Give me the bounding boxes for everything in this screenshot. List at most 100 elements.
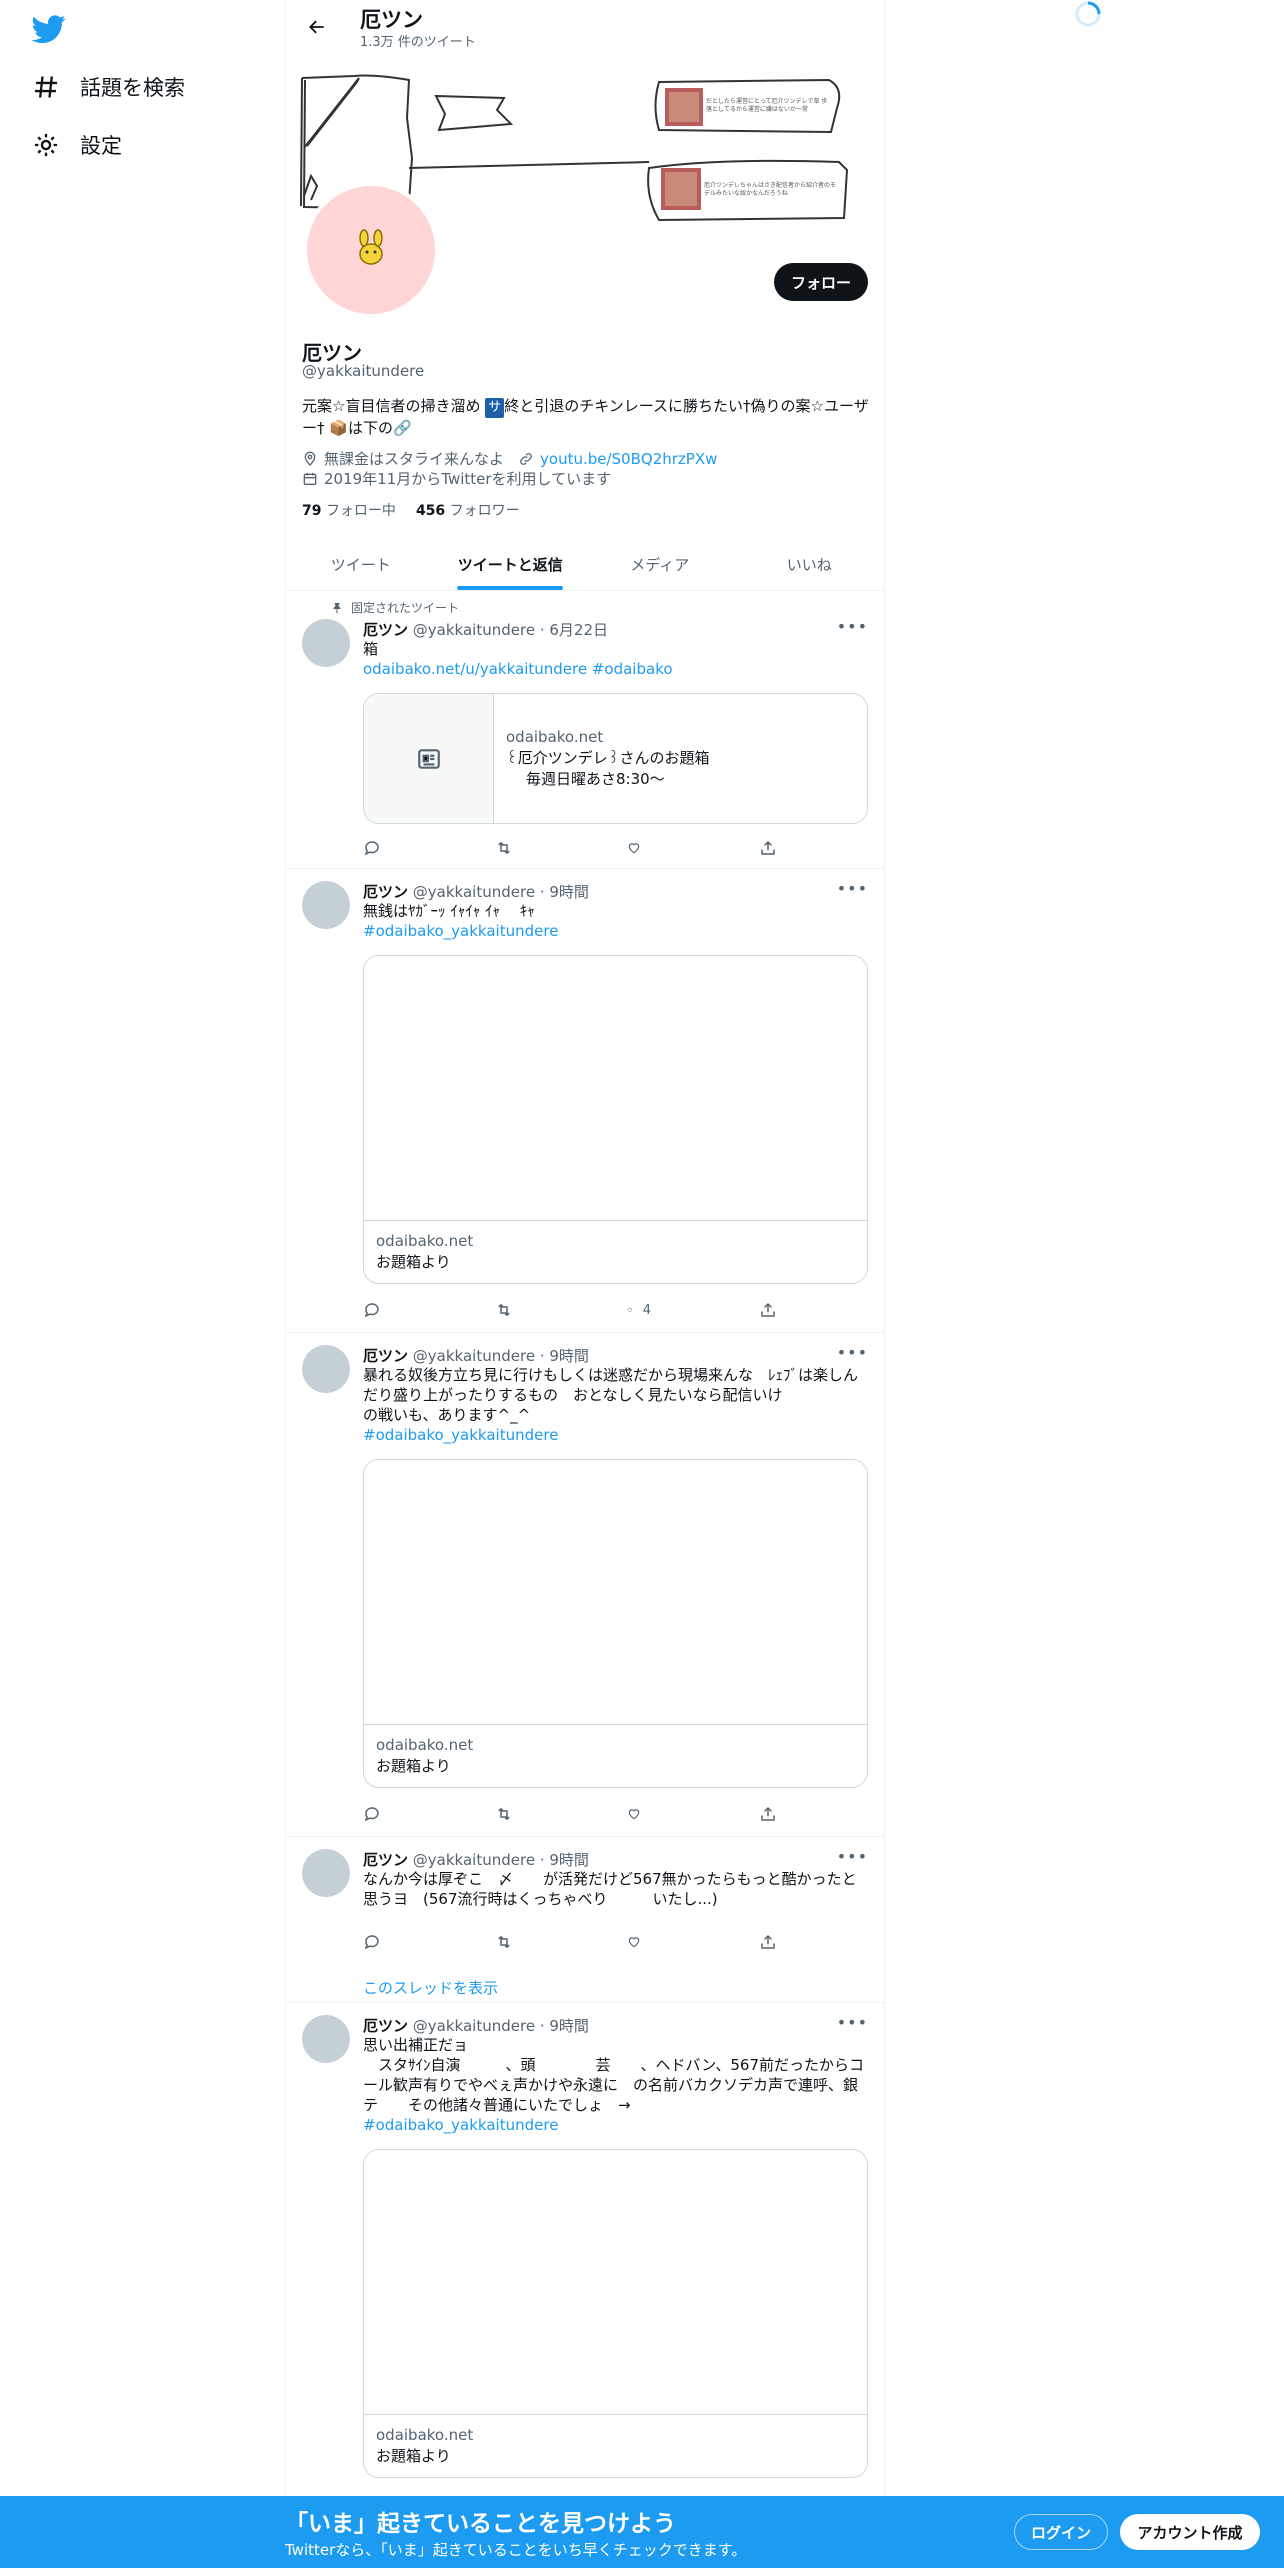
more-options-icon[interactable]: ••• <box>837 617 868 636</box>
like-button[interactable] <box>627 839 651 857</box>
sidebar-item-settings[interactable]: 設定 <box>32 122 122 168</box>
card-image <box>364 2150 867 2415</box>
reply-icon <box>364 1935 379 1950</box>
tweet-time[interactable]: 9時間 <box>549 1851 589 1869</box>
avatar[interactable] <box>302 1849 350 1897</box>
more-options-icon[interactable]: ••• <box>837 1847 868 1866</box>
reply-button[interactable] <box>363 839 387 857</box>
retweet-button[interactable] <box>495 839 519 857</box>
like-button[interactable] <box>627 1933 651 1951</box>
reply-icon <box>364 1303 379 1318</box>
tweet-time[interactable]: 6月22日 <box>549 621 608 639</box>
retweet-button[interactable] <box>495 1805 519 1823</box>
author-name[interactable]: 厄ツン <box>363 2017 408 2035</box>
tweet-time[interactable]: 9時間 <box>549 1347 589 1365</box>
profile-bio: 元案☆盲目信者の掃き溜め サ終と引退のチキンレースに勝ちたい†偽りの案☆ユーザー… <box>302 396 872 438</box>
tweet-time[interactable]: 9時間 <box>549 883 589 901</box>
heart-icon <box>628 843 640 854</box>
avatar[interactable] <box>302 619 350 667</box>
link-icon <box>520 452 532 465</box>
more-options-icon[interactable]: ••• <box>837 2013 868 2032</box>
profile-column: 厄ツン 1.3万 件のツイート だとしたら運営にとって厄介ツンデレで草 歩落とし… <box>285 0 885 2568</box>
pinned-label: 固定されたツイート <box>351 601 460 615</box>
link-card[interactable]: odaibako.net ꒰厄介ツンデレ꒱さんのお題箱 毎週日曜あさ8:30〜 <box>363 693 868 824</box>
author-handle[interactable]: @yakkaitundere <box>413 883 535 901</box>
tweet[interactable]: 厄ツン @yakkaitundere · 9時間 ••• 思い出補正だョ スタｻ… <box>286 2003 884 2496</box>
like-count: 4 <box>642 1302 651 1318</box>
share-button[interactable] <box>759 839 783 857</box>
sidebar-item-label: 話題を検索 <box>80 76 185 100</box>
tweet[interactable]: 厄ツン @yakkaitundere · 9時間 ••• 暴れる奴後方立ち見に行… <box>286 1333 884 1837</box>
link-card[interactable]: odaibako.net お題箱より <box>363 2149 868 2478</box>
share-icon <box>761 1806 775 1821</box>
author-handle[interactable]: @yakkaitundere <box>413 2017 535 2035</box>
tab-tweets-and-replies[interactable]: ツイートと返信 <box>436 538 586 590</box>
author-name[interactable]: 厄ツン <box>363 1347 408 1365</box>
tweet-header: 厄ツン @yakkaitundere · 9時間 ••• <box>363 1847 868 1869</box>
followers-link[interactable]: 456 フォロワー <box>416 500 520 520</box>
profile-location: 無課金はスタライ来んなよ <box>324 450 505 468</box>
heart-icon <box>627 1308 633 1313</box>
tweet-text: 無銭はﾔｶﾞｰｯ ｲｬｲｬ ｲｬ ｷｬ <box>363 902 535 920</box>
profile-avatar[interactable] <box>303 182 439 318</box>
link-card[interactable]: odaibako.net お題箱より <box>363 1459 868 1788</box>
tab-tweets[interactable]: ツイート <box>286 538 436 590</box>
author-name[interactable]: 厄ツン <box>363 1851 408 1869</box>
author-name[interactable]: 厄ツン <box>363 621 408 639</box>
sidebar-item-explore[interactable]: 話題を検索 <box>32 64 185 110</box>
tweet-time[interactable]: 9時間 <box>549 2017 589 2035</box>
followers-count: 456 <box>415 503 446 519</box>
page-title: 厄ツン <box>360 8 423 32</box>
more-options-icon[interactable]: ••• <box>837 1343 868 1362</box>
author-handle[interactable]: @yakkaitundere <box>413 621 535 639</box>
following-link[interactable]: 79 フォロー中 <box>302 500 396 520</box>
share-button[interactable] <box>759 1301 783 1319</box>
profile-meta-row: 無課金はスタライ来んなよ youtu.be/S0BQ2hrzPXw <box>302 448 717 469</box>
author-name[interactable]: 厄ツン <box>363 883 408 901</box>
avatar[interactable] <box>302 2015 350 2063</box>
profile-website-link[interactable]: youtu.be/S0BQ2hrzPXw <box>540 450 717 468</box>
author-handle[interactable]: @yakkaitundere <box>413 1347 535 1365</box>
follow-counts: 79 フォロー中 456 フォロワー <box>302 500 520 520</box>
share-button[interactable] <box>759 1805 783 1823</box>
avatar[interactable] <box>302 1345 350 1393</box>
like-button[interactable] <box>627 1805 651 1823</box>
tweet[interactable]: 厄ツン @yakkaitundere · 9時間 ••• 無銭はﾔｶﾞｰｯ ｲｬ… <box>286 869 884 1333</box>
heart-icon <box>628 1809 640 1820</box>
tweet-hashtag[interactable]: #odaibako_yakkaitundere <box>363 1425 868 1445</box>
twitter-bird-icon[interactable] <box>32 12 66 46</box>
reply-button[interactable] <box>363 1933 387 1951</box>
login-button[interactable]: ログイン <box>1014 2514 1108 2550</box>
more-options-icon[interactable]: ••• <box>837 879 868 898</box>
tweet-count: 1.3万 件のツイート <box>360 35 476 50</box>
signup-button[interactable]: アカウント作成 <box>1120 2514 1260 2550</box>
tweet-header: 厄ツン @yakkaitundere · 6月22日 ••• <box>363 617 868 639</box>
tweet-text: なんか今は厚ぞこ 〆 が活発だけど567無かったらもっと酷かったと思うヨ (56… <box>363 1870 857 1908</box>
tab-likes[interactable]: いいね <box>735 538 885 590</box>
tab-media[interactable]: メディア <box>585 538 735 590</box>
retweet-icon <box>498 1807 510 1821</box>
link-card[interactable]: odaibako.net お題箱より <box>363 955 868 1284</box>
retweet-button[interactable] <box>495 1301 519 1319</box>
card-image <box>364 956 867 1221</box>
profile-joined: 2019年11月からTwitterを利用しています <box>324 470 612 488</box>
share-button[interactable] <box>759 1933 783 1951</box>
tweet-link[interactable]: odaibako.net/u/yakkaitundere #odaibako <box>363 659 868 679</box>
profile-handle: @yakkaitundere <box>302 362 425 380</box>
tweet-hashtag[interactable]: #odaibako_yakkaitundere <box>363 2115 868 2135</box>
avatar[interactable] <box>302 881 350 929</box>
tweet-header: 厄ツン @yakkaitundere · 9時間 ••• <box>363 879 868 901</box>
back-button[interactable] <box>300 10 334 44</box>
tweet[interactable]: 厄ツン @yakkaitundere · 9時間 ••• なんか今は厚ぞこ 〆 … <box>286 1837 884 2003</box>
author-handle[interactable]: @yakkaitundere <box>413 1851 535 1869</box>
show-thread-link[interactable]: このスレッドを表示 <box>363 1977 498 1998</box>
tweet-text: 暴れる奴後方立ち見に行けもしくは迷惑だから現場来んな ﾚｪﾌﾞは楽しんだり盛り上… <box>363 1366 859 1424</box>
reply-button[interactable] <box>363 1805 387 1823</box>
tweet-hashtag[interactable]: #odaibako_yakkaitundere <box>363 921 868 941</box>
reply-button[interactable] <box>363 1301 387 1319</box>
retweet-button[interactable] <box>495 1933 519 1951</box>
tweet[interactable]: 固定されたツイート 厄ツン @yakkaitundere · 6月22日 •••… <box>286 591 884 869</box>
follow-button[interactable]: フォロー <box>774 263 868 301</box>
like-button[interactable]: 4 <box>627 1301 651 1319</box>
banner-note-2: 厄介ツンデレちゃんはさき配信者から紹介者のモデルみたいな奴かなんだろうね <box>704 182 837 197</box>
